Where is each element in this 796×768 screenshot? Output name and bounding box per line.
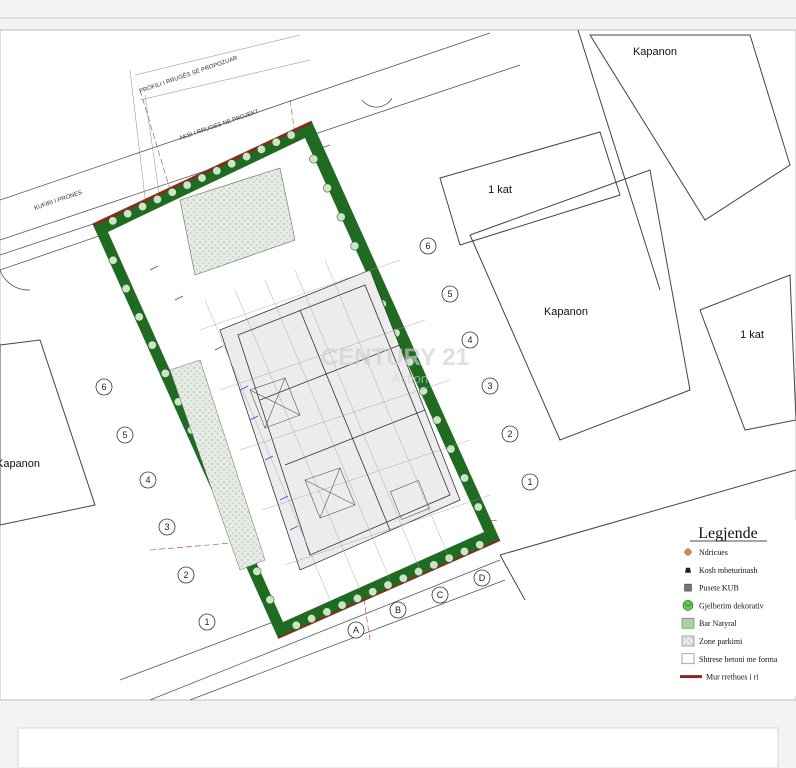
grid-axis-bubble: 2 <box>177 566 195 584</box>
shrub-icon <box>682 600 694 611</box>
watermark-main: CENTURY 21 <box>321 344 469 371</box>
bottom-panel-inner <box>17 727 779 768</box>
grid-axis-bubble: 3 <box>481 377 499 395</box>
grid-axis-bubble: 4 <box>139 471 157 489</box>
shrub-icon <box>291 620 301 630</box>
shrub-icon <box>182 180 192 190</box>
legend-item-label: Kosh mbeturinash <box>699 566 757 575</box>
shrub-icon <box>121 284 131 294</box>
shrub-icon <box>242 152 252 162</box>
legend-title: Legjende <box>698 525 758 542</box>
shrub-icon <box>212 166 222 176</box>
grid-axis-bubble: B <box>389 601 407 619</box>
concrete-swatch-icon <box>681 653 695 665</box>
shrub-icon <box>197 173 207 183</box>
grid-axis-bubble: 5 <box>116 426 134 444</box>
shrub-icon <box>167 187 177 197</box>
grid-axis-bubble: 6 <box>95 378 113 396</box>
shrub-icon <box>160 368 170 378</box>
grass-swatch-icon <box>681 617 695 629</box>
grid-axis-label: C <box>437 590 444 600</box>
shrub-icon <box>414 567 424 577</box>
shrub-icon <box>459 546 469 556</box>
shrub-icon <box>265 595 275 605</box>
trash-bin-icon <box>685 567 691 573</box>
legend-item: Zone parkimi <box>681 635 743 647</box>
shrub-icon <box>350 241 360 251</box>
legend: Legjende Ndricues Kosh mbeturinash Pusete … <box>668 520 796 696</box>
parking-swatch-icon <box>681 635 695 647</box>
grid-axis-label: 6 <box>101 382 106 392</box>
shrub-icon <box>147 340 157 350</box>
grid-axis-label: 4 <box>145 475 150 485</box>
shrub-icon <box>286 130 296 140</box>
grid-axis-label: 2 <box>183 570 188 580</box>
grid-axis-bubble: 6 <box>419 237 437 255</box>
shrub-icon <box>446 444 456 454</box>
shrub-icon <box>152 194 162 204</box>
label-1kat-mid: 1 kat <box>488 184 512 196</box>
label-kapanon-left: Kapanon <box>0 458 40 470</box>
shrub-icon <box>309 154 319 164</box>
shrub-icon <box>432 415 442 425</box>
shrub-icon <box>337 600 347 610</box>
shrub-icon <box>460 473 470 483</box>
grid-axis-label: B <box>395 605 401 615</box>
legend-item-label: Bar Natyral <box>699 619 737 628</box>
grid-axis-bubble: D <box>473 569 491 587</box>
top-band <box>0 0 796 18</box>
manhole-icon <box>684 583 692 592</box>
site-plan-canvas: 654321 654321 ABCD Kapanon 1 kat Kapanon… <box>0 0 796 768</box>
legend-item-label: Mur rrethues i ri <box>706 673 759 682</box>
label-kapanon-top-right: Kapanon <box>633 46 677 58</box>
grid-axis-label: 3 <box>487 381 492 391</box>
shrub-icon <box>368 587 378 597</box>
grid-axis-bubble: 5 <box>441 285 459 303</box>
shrub-icon <box>138 202 148 212</box>
legend-item-label: Ndricues <box>699 548 728 557</box>
grid-axis-bubble: C <box>431 586 449 604</box>
grid-axis-label: 1 <box>527 477 532 487</box>
shrub-icon <box>322 183 332 193</box>
grid-axis-label: 5 <box>447 289 452 299</box>
legend-item-label: Pusete KUB <box>699 584 739 593</box>
grid-axis-bubble: 1 <box>198 613 216 631</box>
shrub-icon <box>134 312 144 322</box>
shrub-icon <box>252 566 262 576</box>
grid-axis-label: 3 <box>164 522 169 532</box>
label-1kat-right: 1 kat <box>740 329 764 341</box>
shrub-icon <box>271 137 281 147</box>
shrub-icon <box>383 580 393 590</box>
legend-item-label: Gjelberim dekorativ <box>699 601 764 610</box>
grid-axis-label: D <box>479 573 486 583</box>
shrub-icon <box>123 209 133 219</box>
legend-item-label: Zone parkimi <box>699 637 743 646</box>
grid-axis-label: 2 <box>507 429 512 439</box>
shrub-icon <box>108 255 118 265</box>
shrub-icon <box>322 607 332 617</box>
grid-axis-bubble: 3 <box>158 518 176 536</box>
grid-axis-label: A <box>353 625 359 635</box>
grid-axis-label: 5 <box>122 430 127 440</box>
shrub-icon <box>227 159 237 169</box>
wall-line-icon <box>680 675 702 679</box>
legend-item-label: Shtrese betoni me forma <box>699 655 778 664</box>
label-kapanon-center: Kapanon <box>544 306 588 318</box>
legend-item: Bar Natyral <box>681 617 737 629</box>
shrub-icon <box>256 144 266 154</box>
shrub-icon <box>473 502 483 512</box>
shrub-icon <box>108 216 118 226</box>
watermark-sub: Action <box>392 371 428 386</box>
shrub-icon <box>429 560 439 570</box>
grid-axis-bubble: A <box>347 621 365 639</box>
shrub-icon <box>398 573 408 583</box>
shrub-icon <box>352 593 362 603</box>
grid-axis-bubble: 1 <box>521 473 539 491</box>
grid-axis-label: 6 <box>425 241 430 251</box>
shrub-icon <box>307 614 317 624</box>
shrub-icon <box>336 212 346 222</box>
shrub-icon <box>475 540 485 550</box>
grid-axis-label: 1 <box>204 617 209 627</box>
grid-axis-bubble: 2 <box>501 425 519 443</box>
